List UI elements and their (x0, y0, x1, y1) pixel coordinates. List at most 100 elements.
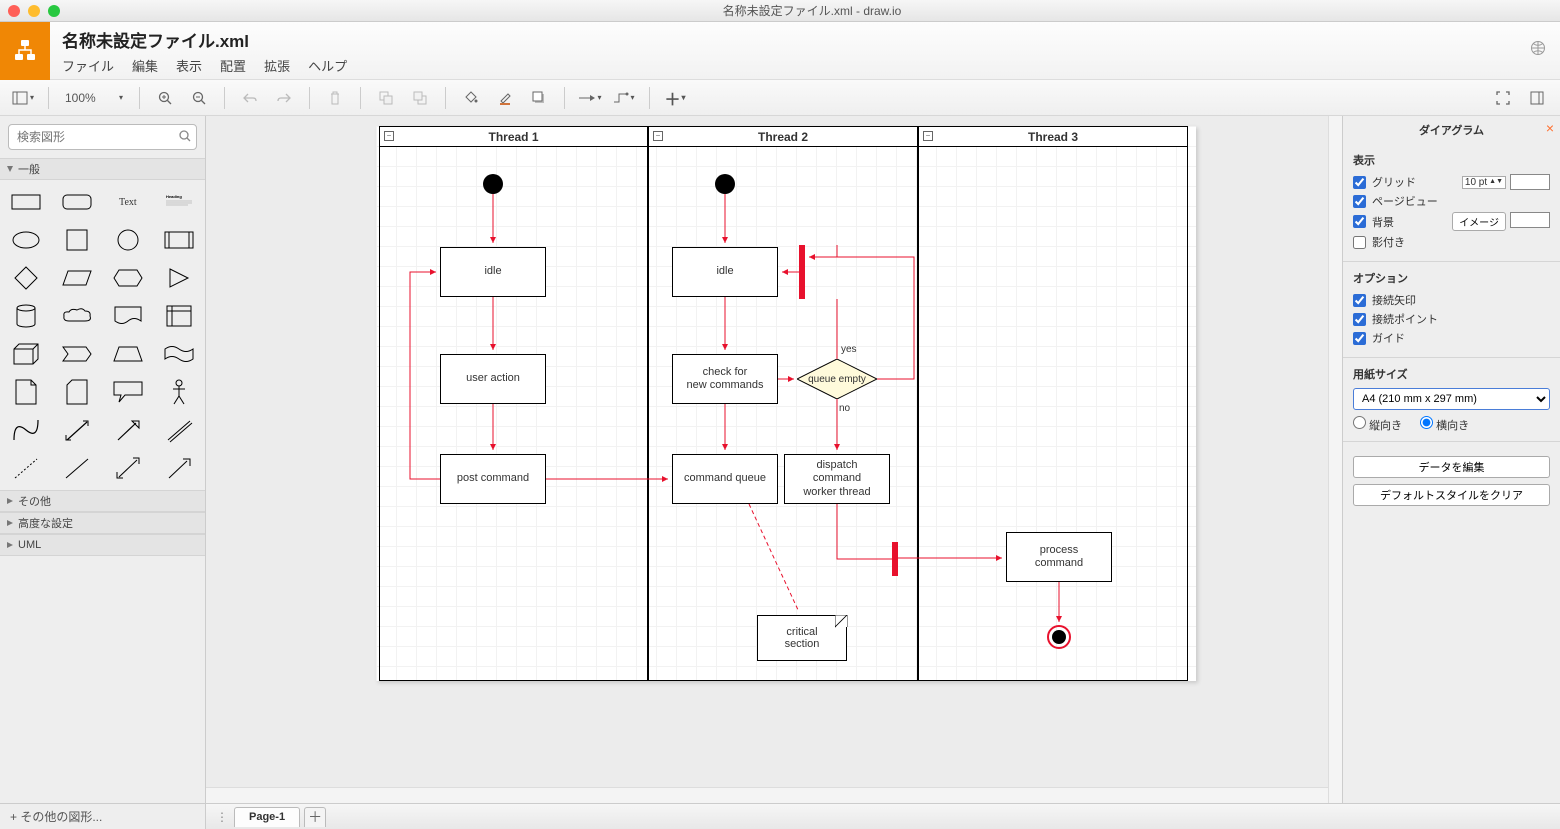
sync-bar-bottom[interactable] (892, 542, 898, 576)
waypoint-style-button[interactable]: ▾ (609, 84, 639, 112)
format-panel-button[interactable] (1522, 84, 1552, 112)
line-color-button[interactable] (490, 84, 520, 112)
shape-step[interactable] (55, 340, 100, 368)
to-front-button[interactable] (371, 84, 401, 112)
node-process-command[interactable]: process command (1006, 532, 1112, 582)
shape-dashed-line[interactable] (4, 454, 49, 482)
shape-callout[interactable] (106, 378, 151, 406)
collapse-icon[interactable]: − (923, 131, 933, 141)
shape-biarrow[interactable] (55, 416, 100, 444)
note-critical-section[interactable]: critical section (757, 615, 847, 661)
paper-size-select[interactable]: A4 (210 mm x 297 mm) (1353, 388, 1550, 410)
shape-actor[interactable] (156, 378, 201, 406)
shape-note[interactable] (4, 378, 49, 406)
scrollbar-vertical[interactable] (1328, 116, 1342, 803)
start-node[interactable] (483, 174, 503, 194)
scrollbar-horizontal[interactable] (206, 787, 1328, 803)
shape-trapezoid[interactable] (106, 340, 151, 368)
language-icon[interactable] (1530, 40, 1546, 61)
fill-color-button[interactable] (456, 84, 486, 112)
swimlane-thread3[interactable]: Thread 3 − process command (918, 126, 1188, 681)
shape-process[interactable] (156, 226, 201, 254)
chk-guides[interactable] (1353, 332, 1366, 345)
sync-bar-top[interactable] (799, 245, 805, 299)
collapse-icon[interactable]: − (653, 131, 663, 141)
node-user-action[interactable]: user action (440, 354, 546, 404)
add-page-button[interactable]: ＋ (304, 807, 326, 827)
radio-landscape[interactable]: 横向き (1420, 416, 1469, 433)
shape-line-thin[interactable] (156, 416, 201, 444)
to-back-button[interactable] (405, 84, 435, 112)
shape-ellipse[interactable] (4, 226, 49, 254)
node-check[interactable]: check for new commands (672, 354, 778, 404)
section-uml[interactable]: UML (0, 534, 205, 556)
decision-queue-empty[interactable]: queue empty (797, 359, 877, 399)
page-tab-1[interactable]: Page-1 (234, 807, 300, 827)
canvas[interactable]: Thread 1 − idle user action post command (206, 116, 1342, 803)
shape-circle[interactable] (106, 226, 151, 254)
chk-conn-arrows[interactable] (1353, 294, 1366, 307)
more-shapes-button[interactable]: + その他の図形... (0, 804, 206, 829)
shape-cloud[interactable] (55, 302, 100, 330)
shape-cylinder[interactable] (4, 302, 49, 330)
section-other[interactable]: その他 (0, 490, 205, 512)
bg-color-swatch[interactable] (1510, 212, 1550, 228)
minimize-window[interactable] (28, 5, 40, 17)
grid-color-swatch[interactable] (1510, 174, 1550, 190)
shape-internal-storage[interactable] (156, 302, 201, 330)
shape-hexagon[interactable] (106, 264, 151, 292)
search-input[interactable] (8, 124, 197, 150)
node-dispatch[interactable]: dispatch command worker thread (784, 454, 890, 504)
close-icon[interactable]: × (1546, 120, 1554, 136)
shape-triangle[interactable] (156, 264, 201, 292)
shape-plain-line[interactable] (55, 454, 100, 482)
chk-conn-points[interactable] (1353, 313, 1366, 326)
tabs-menu-icon[interactable]: ⋮ (212, 804, 232, 829)
shape-parallelogram[interactable] (55, 264, 100, 292)
section-advanced[interactable]: 高度な設定 (0, 512, 205, 534)
shape-card[interactable] (55, 378, 100, 406)
node-idle2[interactable]: idle (672, 247, 778, 297)
zoom-out-button[interactable] (184, 84, 214, 112)
shape-document[interactable] (106, 302, 151, 330)
shape-rect[interactable] (4, 188, 49, 216)
zoom-window[interactable] (48, 5, 60, 17)
edit-data-button[interactable]: データを編集 (1353, 456, 1550, 478)
chk-grid[interactable] (1353, 176, 1366, 189)
window-controls[interactable] (8, 5, 60, 17)
shape-arrow[interactable] (106, 416, 151, 444)
section-general[interactable]: 一般 (0, 158, 205, 180)
page[interactable]: Thread 1 − idle user action post command (376, 126, 1196, 681)
swimlane-thread1[interactable]: Thread 1 − idle user action post command (379, 126, 648, 681)
end-node[interactable] (1047, 625, 1071, 649)
shape-textbox[interactable]: Heading (156, 188, 201, 216)
chk-pageview[interactable] (1353, 195, 1366, 208)
menu-view[interactable]: 表示 (176, 56, 202, 75)
shape-cube[interactable] (4, 340, 49, 368)
start-node[interactable] (715, 174, 735, 194)
grid-size-input[interactable]: 10 pt▲▼ (1462, 176, 1506, 189)
undo-button[interactable] (235, 84, 265, 112)
zoom-level[interactable]: 100%▾ (59, 85, 129, 111)
menu-extras[interactable]: 拡張 (264, 56, 290, 75)
connection-style-button[interactable]: ▾ (575, 84, 605, 112)
shape-diamond[interactable] (4, 264, 49, 292)
delete-button[interactable] (320, 84, 350, 112)
clear-style-button[interactable]: デフォルトスタイルをクリア (1353, 484, 1550, 506)
swimlane-thread2[interactable]: Thread 2 − idle check for new commands c… (648, 126, 918, 681)
shape-rounded[interactable] (55, 188, 100, 216)
menu-help[interactable]: ヘルプ (308, 56, 347, 75)
shape-dir-arrow[interactable] (156, 454, 201, 482)
menu-file[interactable]: ファイル (62, 56, 114, 75)
fullscreen-button[interactable] (1488, 84, 1518, 112)
document-title[interactable]: 名称未設定ファイル.xml (62, 27, 347, 52)
app-logo[interactable] (0, 22, 50, 80)
shape-square[interactable] (55, 226, 100, 254)
shape-bidir-arrow[interactable] (106, 454, 151, 482)
shape-tape[interactable] (156, 340, 201, 368)
radio-portrait[interactable]: 縦向き (1353, 416, 1402, 433)
zoom-in-button[interactable] (150, 84, 180, 112)
view-mode-button[interactable]: ▾ (8, 84, 38, 112)
node-idle1[interactable]: idle (440, 247, 546, 297)
redo-button[interactable] (269, 84, 299, 112)
